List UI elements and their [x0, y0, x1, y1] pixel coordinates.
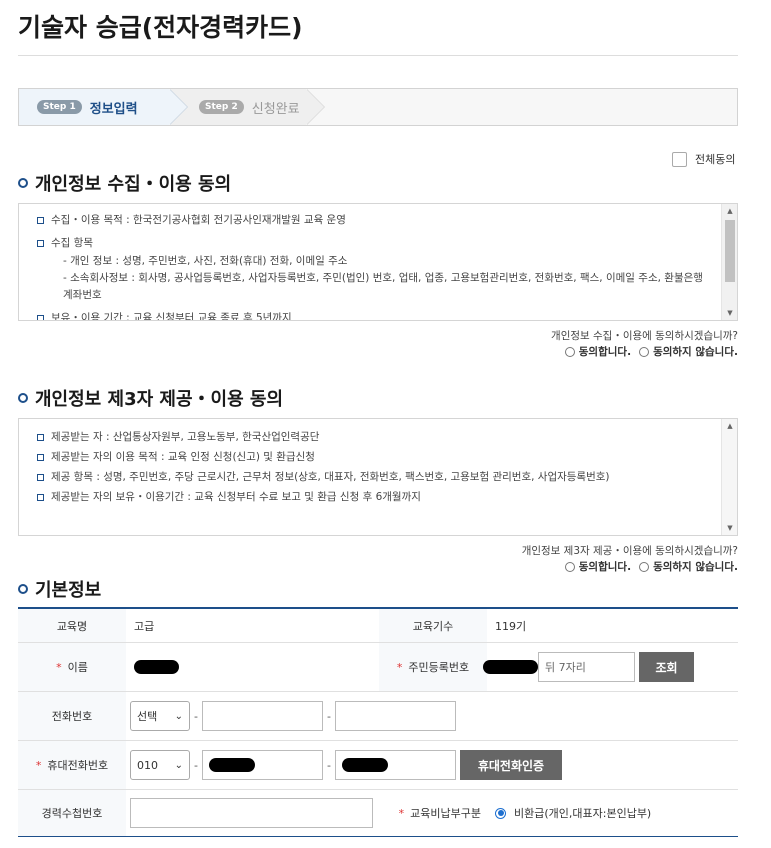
- third-party-question: 개인정보 제3자 제공・이용에 동의하시겠습니까?: [521, 545, 738, 557]
- phone-label: 전화번호: [18, 692, 126, 740]
- redacted-mobile-last: [341, 758, 388, 772]
- disagree-radio[interactable]: [639, 561, 650, 572]
- form-row: * 휴대전화번호 010 ⌄ - - 휴대전화인증: [18, 741, 738, 790]
- scroll-up-icon[interactable]: ▲: [722, 204, 737, 218]
- agree-all-checkbox[interactable]: 전체동의: [672, 151, 735, 167]
- terms-item: 수집 항목: [37, 235, 707, 251]
- career-label: 경력수첩번호: [18, 790, 126, 836]
- page-title: 기술자 승급(전자경력카드): [18, 13, 303, 42]
- phone-middle-input[interactable]: [201, 701, 323, 731]
- step-2: Step 2 신청완료: [171, 89, 325, 125]
- step-1-label: 정보입력: [89, 101, 138, 117]
- basic-info-form: 교육명 고급 교육기수 119기 * 이름 * 주민등록번호 뒤 7자리 조회 전화…: [18, 607, 738, 837]
- privacy-collection-question: 개인정보 수집・이용에 동의하시겠습니까?: [551, 330, 738, 342]
- redacted-rrn-front: [483, 660, 538, 674]
- form-row: * 이름 * 주민등록번호 뒤 7자리 조회: [18, 643, 738, 692]
- name-label-cell: * 이름: [18, 643, 126, 691]
- terms-subitem: - 개인 정보 : 성명, 주민번호, 사진, 전화(휴대) 전화, 이메일 주…: [63, 255, 348, 267]
- name-value: [126, 643, 379, 691]
- privacy-collection-radio-group: 동의합니다. 동의하지 않습니다.: [557, 344, 738, 359]
- scroll-up-icon[interactable]: ▲: [722, 419, 737, 433]
- course-label: 교육명: [18, 609, 126, 642]
- section-privacy-collection-title: 개인정보 수집・이용 동의: [18, 170, 231, 196]
- terms-item: 제공받는 자 : 산업통상자원부, 고용노동부, 한국산업인력공단: [37, 429, 707, 445]
- name-label: 이름: [67, 661, 88, 674]
- form-row: 전화번호 선택 ⌄ - -: [18, 692, 738, 741]
- form-row: 경력수첩번호 * 교육비납부구분 비환급(개인,대표자:본인납부): [18, 790, 738, 836]
- agree-radio[interactable]: [564, 561, 575, 572]
- term-value: 119기: [495, 619, 527, 633]
- form-row: 교육명 고급 교육기수 119기: [18, 609, 738, 643]
- scrollbar[interactable]: ▲ ▼: [721, 204, 737, 320]
- terms-subitem: - 소속회사정보 : 회사명, 공사업등록번호, 사업자등록번호, 주민(법인)…: [63, 272, 703, 301]
- step-2-badge: Step 2: [199, 100, 244, 114]
- circle-bullet-icon: [18, 584, 28, 594]
- terms-item: 제공 항목 : 성명, 주민번호, 주당 근로시간, 근무처 정보(상호, 대표…: [37, 469, 707, 485]
- agree-radio[interactable]: [564, 346, 575, 357]
- terms-item: 제공받는 자의 이용 목적 : 교육 인정 신청(신고) 및 환급신청: [37, 449, 707, 465]
- chevron-down-icon: ⌄: [174, 759, 183, 771]
- phone-value: 선택 ⌄ - -: [126, 692, 738, 740]
- agree-all-label: 전체동의: [695, 153, 736, 166]
- career-number-input[interactable]: [130, 798, 373, 828]
- scroll-thumb[interactable]: [725, 220, 735, 282]
- redacted-name: [134, 660, 179, 674]
- title-divider: [18, 55, 738, 56]
- fee-option-label: 비환급(개인,대표자:본인납부): [514, 807, 652, 820]
- fee-value: 비환급(개인,대표자:본인납부): [487, 790, 738, 836]
- mobile-label: 휴대전화번호: [47, 759, 109, 772]
- terms-item: 보유・이용 기간 : 교육 신청부터 교육 종료 후 5년까지: [37, 310, 707, 320]
- third-party-radio-group: 동의합니다. 동의하지 않습니다.: [557, 559, 738, 574]
- phone-area-select[interactable]: 선택 ⌄: [130, 701, 190, 731]
- rrn-label-cell: * 주민등록번호: [379, 643, 487, 691]
- step-indicator: Step 1 정보입력 Step 2 신청완료: [18, 88, 738, 126]
- lookup-button[interactable]: 조회: [639, 652, 694, 682]
- mobile-last-input[interactable]: [334, 750, 456, 780]
- terms-item: 수집・이용 목적 : 한국전기공사협회 전기공사인재개발원 교육 운영: [37, 212, 707, 228]
- scroll-down-icon[interactable]: ▼: [722, 521, 737, 535]
- chevron-down-icon: ⌄: [174, 710, 183, 722]
- term-label: 교육기수: [379, 609, 487, 642]
- privacy-collection-terms[interactable]: 수집・이용 목적 : 한국전기공사협회 전기공사인재개발원 교육 운영 수집 항…: [18, 203, 738, 321]
- scrollbar[interactable]: ▲ ▼: [721, 419, 737, 535]
- fee-label: 교육비납부구분: [410, 807, 481, 820]
- fee-radio[interactable]: [495, 807, 506, 819]
- terms-item: 제공받는 자의 보유・이용기간 : 교육 신청부터 수료 보고 및 환급 신청 …: [37, 489, 707, 505]
- mobile-prefix-select[interactable]: 010 ⌄: [130, 750, 190, 780]
- scroll-down-icon[interactable]: ▼: [722, 306, 737, 320]
- mobile-verify-button[interactable]: 휴대전화인증: [459, 750, 562, 780]
- career-value: [126, 790, 379, 836]
- step-1: Step 1 정보입력: [19, 89, 188, 125]
- rrn-back-input[interactable]: 뒤 7자리: [538, 652, 635, 682]
- mobile-label-cell: * 휴대전화번호: [18, 741, 126, 789]
- step-1-badge: Step 1: [37, 100, 82, 114]
- section-third-party-title: 개인정보 제3자 제공・이용 동의: [18, 385, 283, 411]
- fee-label-cell: * 교육비납부구분: [379, 790, 487, 836]
- mobile-value: 010 ⌄ - - 휴대전화인증: [126, 741, 738, 789]
- rrn-label: 주민등록번호: [408, 661, 470, 674]
- section-basic-info-title: 기본정보: [18, 576, 101, 602]
- phone-last-input[interactable]: [334, 701, 456, 731]
- circle-bullet-icon: [18, 393, 28, 403]
- redacted-mobile-middle: [208, 758, 255, 772]
- third-party-terms[interactable]: 제공받는 자 : 산업통상자원부, 고용노동부, 한국산업인력공단 제공받는 자…: [18, 418, 738, 536]
- disagree-radio[interactable]: [639, 346, 650, 357]
- rrn-value: 뒤 7자리 조회: [483, 643, 738, 691]
- course-value: 고급: [134, 619, 155, 633]
- checkbox-icon[interactable]: [672, 151, 687, 167]
- circle-bullet-icon: [18, 178, 28, 188]
- mobile-middle-input[interactable]: [201, 750, 323, 780]
- step-2-label: 신청완료: [251, 101, 300, 117]
